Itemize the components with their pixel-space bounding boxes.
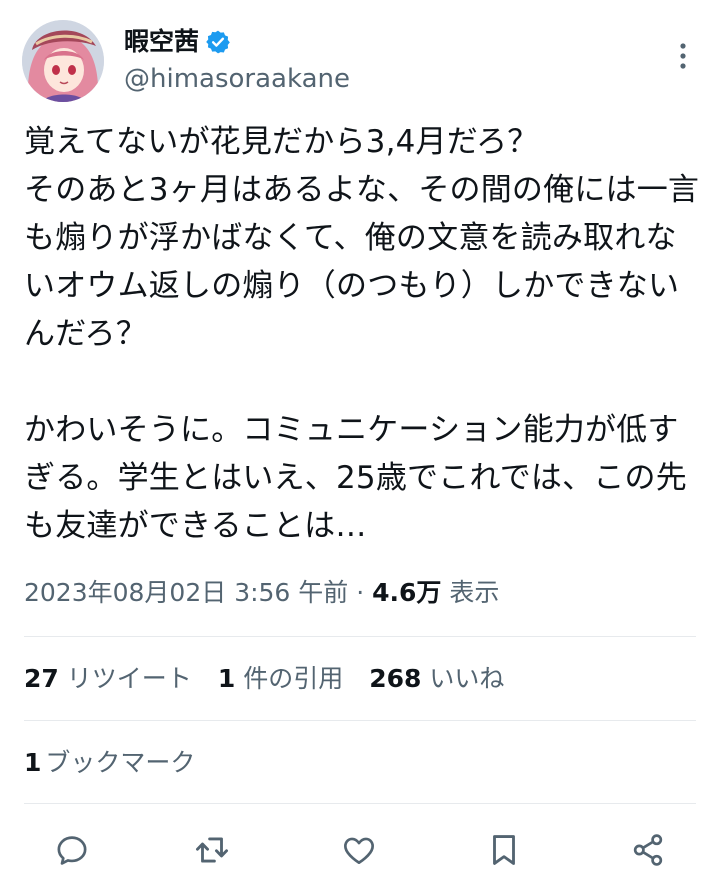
divider [24, 720, 696, 721]
bookmarks-stat[interactable]: 1 ブックマーク [24, 746, 195, 780]
divider [24, 803, 696, 804]
reply-icon [57, 836, 87, 865]
engagement-stats: 27 リツイート 1 件の引用 268 いいね [24, 662, 504, 696]
tweet-detail: 暇空茜 @himasoraakane 覚えてないが花見だから3,4月だろ？ その… [0, 0, 719, 889]
more-vertical-icon [680, 43, 686, 69]
author-display-name[interactable]: 暇空茜 [124, 26, 199, 58]
views-label: 表示 [449, 578, 500, 607]
meta-separator: · [356, 578, 365, 607]
bookmarks-count: 1 [24, 748, 42, 777]
likes-count: 268 [369, 664, 422, 693]
bookmark-icon [493, 835, 515, 865]
likes-label: いいね [429, 664, 505, 693]
likes-stat[interactable]: 268 いいね [369, 662, 504, 696]
timestamp[interactable]: 2023年08月02日 3:56 午前 [24, 578, 348, 607]
like-button[interactable] [335, 826, 383, 874]
retweet-icon [196, 837, 228, 863]
like-icon [344, 837, 374, 865]
quotes-stat[interactable]: 1 件の引用 [218, 662, 343, 696]
bookmarks-label: ブックマーク [45, 748, 196, 777]
quotes-count: 1 [217, 664, 236, 693]
bookmark-button[interactable] [480, 826, 528, 874]
share-icon [633, 834, 663, 866]
share-button[interactable] [624, 826, 672, 874]
retweets-stat[interactable]: 27 リツイート [24, 662, 192, 696]
retweets-label: リツイート [66, 664, 192, 693]
avatar[interactable] [22, 20, 104, 102]
author-handle[interactable]: @himasoraakane [124, 62, 350, 96]
retweets-count: 27 [24, 664, 59, 693]
quotes-label: 件の引用 [243, 664, 344, 693]
views-count: 4.6万 [372, 578, 442, 607]
action-bar [0, 826, 719, 874]
verified-badge-icon [205, 29, 231, 55]
tweet-text: 覚えてないが花見だから3,4月だろ？ そのあと3ヶ月はあるよな、その間の俺には一… [24, 124, 700, 544]
retweet-button[interactable] [188, 826, 236, 874]
tweet-meta: 2023年08月02日 3:56 午前 · 4.6万 表示 [24, 576, 499, 610]
author-name-row: 暇空茜 [124, 26, 231, 58]
reply-button[interactable] [48, 826, 96, 874]
divider [24, 636, 696, 637]
more-options-button[interactable] [668, 38, 698, 74]
